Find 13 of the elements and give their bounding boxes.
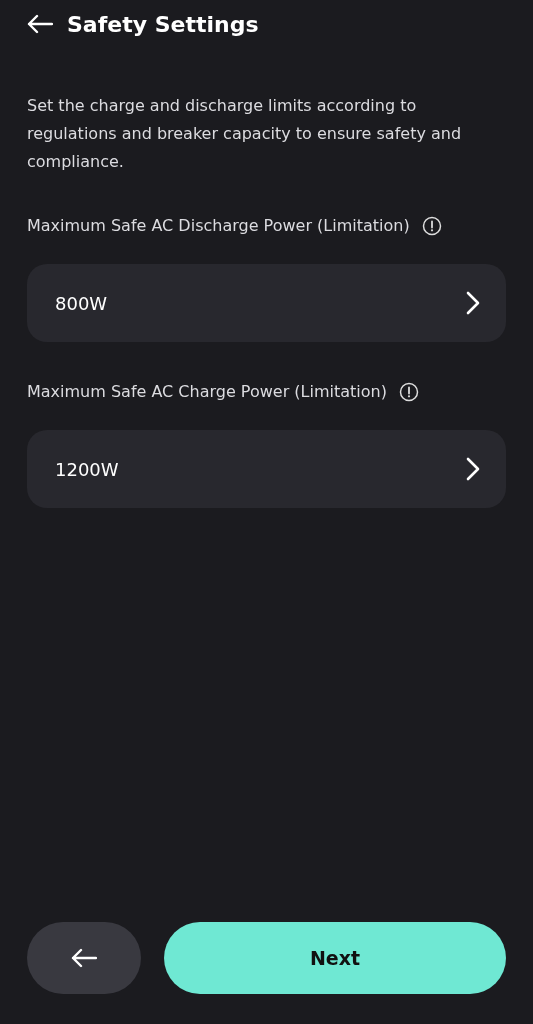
- chevron-right-icon: [466, 291, 480, 315]
- back-arrow-icon: [71, 948, 97, 968]
- next-button[interactable]: Next: [164, 922, 506, 994]
- info-icon[interactable]: [421, 216, 442, 236]
- setting-label: Maximum Safe AC Charge Power (Limitation): [27, 381, 387, 403]
- page-title: Safety Settings: [67, 10, 259, 39]
- description-text: Set the charge and discharge limits according to regulations and breaker capacity to ensure safety and compliance.: [27, 95, 463, 173]
- value-selector[interactable]: 1200W: [27, 430, 506, 508]
- info-icon[interactable]: [398, 382, 419, 402]
- value-selector[interactable]: 800W: [27, 264, 506, 342]
- setting-label: Maximum Safe AC Discharge Power (Limitation): [27, 215, 410, 237]
- chevron-right-icon: [466, 457, 480, 481]
- back-arrow-icon[interactable]: [27, 14, 53, 34]
